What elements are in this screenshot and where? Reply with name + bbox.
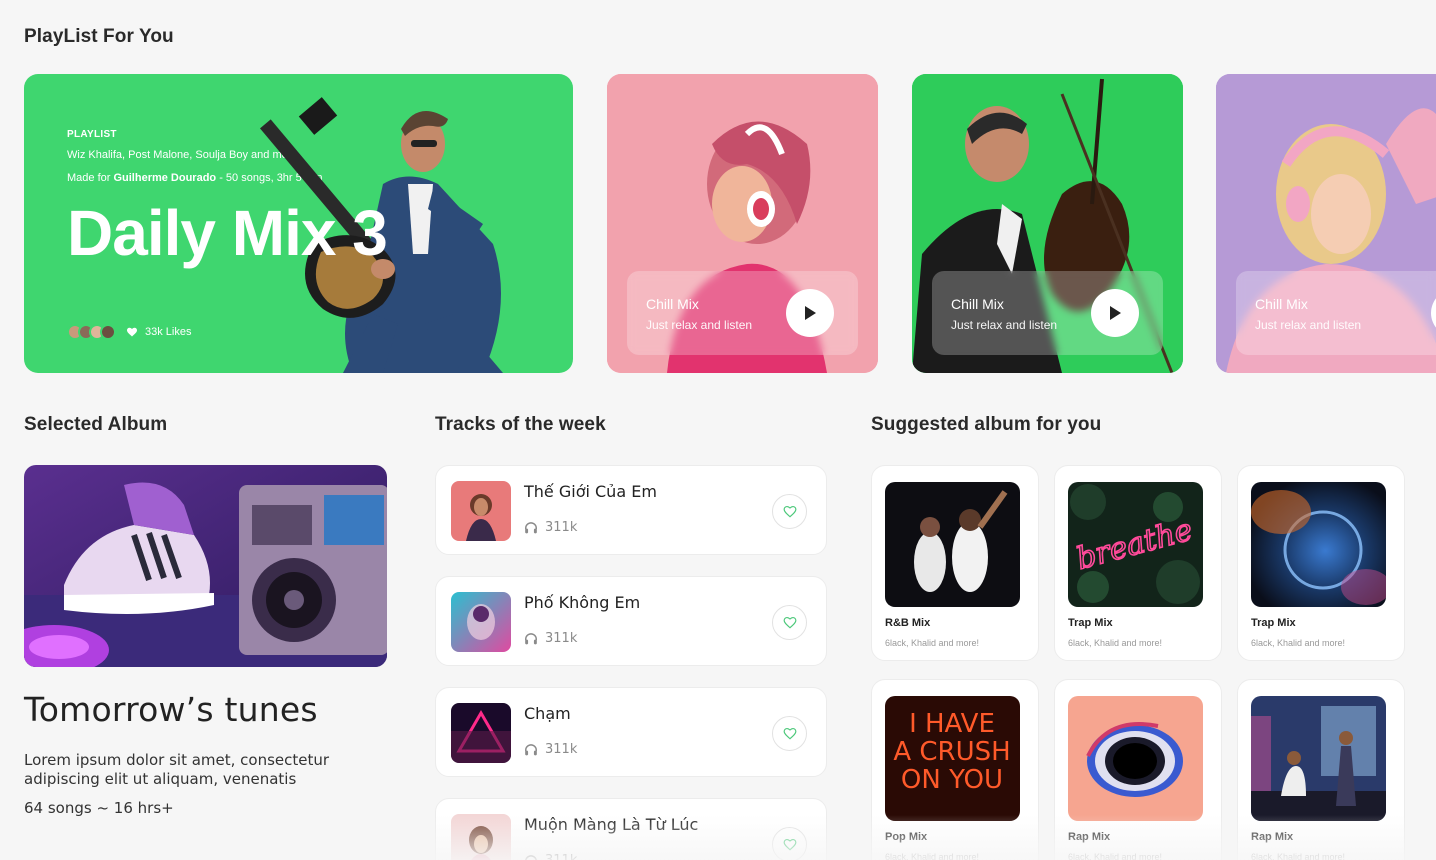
album-title: Rap Mix bbox=[1068, 831, 1111, 843]
album-cover bbox=[1068, 696, 1203, 821]
suggested-album-card[interactable]: breathe Trap Mix 6lack, Khalid and more! bbox=[1054, 465, 1222, 661]
mix-title: Chill Mix bbox=[951, 296, 1004, 312]
track-name: Thế Giới Của Em bbox=[524, 482, 657, 501]
heart-icon[interactable] bbox=[126, 326, 138, 338]
track-thumbnail bbox=[451, 703, 511, 763]
mix-info-panel: Chill Mix Just relax and listen bbox=[932, 271, 1163, 355]
selected-album-cover[interactable] bbox=[24, 465, 387, 667]
track-plays: 311k bbox=[524, 631, 577, 646]
crush-neon-line-2: A CRUSH bbox=[893, 737, 1010, 767]
play-count: 311k bbox=[545, 742, 578, 757]
suggested-album-card[interactable]: Trap Mix 6lack, Khalid and more! bbox=[1237, 465, 1405, 661]
suggested-album-card[interactable]: Rap Mix 6lack, Khalid and more! bbox=[1237, 679, 1405, 860]
album-title: Tomorrow’s tunes bbox=[24, 690, 318, 729]
section-title-tracks: Tracks of the week bbox=[435, 414, 606, 435]
track-name: Phố Không Em bbox=[524, 593, 641, 612]
track-row[interactable]: Chạm 311k bbox=[435, 687, 827, 777]
track-row[interactable]: Muộn Màng Là Từ Lúc 311k bbox=[435, 798, 827, 860]
heart-icon bbox=[783, 727, 796, 740]
headphones-icon bbox=[525, 744, 537, 756]
track-plays: 311k bbox=[524, 853, 577, 860]
album-subtitle: 6lack, Khalid and more! bbox=[885, 852, 980, 860]
album-title: Trap Mix bbox=[1251, 617, 1296, 629]
heart-icon bbox=[783, 505, 796, 518]
heart-icon bbox=[783, 616, 796, 629]
listener-avatars bbox=[67, 324, 116, 340]
daily-mix-hero-card[interactable]: PLAYLIST Wiz Khalifa, Post Malone, Soulj… bbox=[24, 74, 573, 373]
suggested-album-card[interactable]: I HAVE A CRUSH ON YOU Pop Mix 6lack, Khali… bbox=[871, 679, 1039, 860]
mix-title: Chill Mix bbox=[646, 296, 699, 312]
heart-icon bbox=[783, 838, 796, 851]
headphones-icon bbox=[525, 522, 537, 534]
track-row[interactable]: Phố Không Em 311k bbox=[435, 576, 827, 666]
chill-mix-card-2[interactable]: Chill Mix Just relax and listen bbox=[912, 74, 1183, 373]
play-count: 311k bbox=[545, 631, 578, 646]
made-for-prefix: Made for bbox=[67, 172, 114, 184]
play-count: 311k bbox=[545, 853, 577, 860]
album-subtitle: 6lack, Khalid and more! bbox=[1068, 638, 1163, 648]
play-count: 311k bbox=[545, 520, 578, 535]
play-icon bbox=[1110, 306, 1121, 320]
headphones-icon bbox=[525, 633, 537, 645]
album-subtitle: 6lack, Khalid and more! bbox=[1251, 638, 1346, 648]
hero-title: Daily Mix 3 bbox=[67, 197, 388, 269]
mix-subtitle: Just relax and listen bbox=[646, 318, 753, 332]
album-cover bbox=[1251, 482, 1386, 607]
favorite-button[interactable] bbox=[772, 716, 807, 751]
track-thumbnail bbox=[451, 592, 511, 652]
hero-likes: 33k Likes bbox=[67, 324, 191, 340]
play-button[interactable] bbox=[1091, 289, 1139, 337]
album-title: Trap Mix bbox=[1068, 617, 1113, 629]
suggested-album-card[interactable]: Rap Mix 6lack, Khalid and more! bbox=[1054, 679, 1222, 860]
album-song-count: 64 songs ~ 16 hrs+ bbox=[24, 799, 174, 817]
mix-subtitle: Just relax and listen bbox=[951, 318, 1058, 332]
track-plays: 311k bbox=[524, 520, 577, 535]
mix-subtitle: Just relax and listen bbox=[1255, 318, 1362, 332]
play-icon bbox=[805, 306, 816, 320]
chill-mix-card-3[interactable]: Chill Mix Just relax and listen bbox=[1216, 74, 1436, 373]
album-cover bbox=[1251, 696, 1386, 821]
track-name: Chạm bbox=[524, 704, 571, 723]
album-cover bbox=[885, 482, 1020, 607]
headphones-icon bbox=[525, 855, 537, 860]
track-thumbnail bbox=[451, 814, 511, 860]
favorite-button[interactable] bbox=[772, 827, 807, 860]
album-title: R&B Mix bbox=[885, 617, 931, 629]
track-row[interactable]: Thế Giới Của Em 311k bbox=[435, 465, 827, 555]
section-title-selected-album: Selected Album bbox=[24, 414, 168, 435]
mix-info-panel: Chill Mix Just relax and listen bbox=[1236, 271, 1436, 355]
album-subtitle: 6lack, Khalid and more! bbox=[1068, 852, 1163, 860]
chill-mix-card-1[interactable]: Chill Mix Just relax and listen bbox=[607, 74, 878, 373]
mix-title: Chill Mix bbox=[1255, 296, 1308, 312]
album-cover: breathe bbox=[1068, 482, 1203, 607]
crush-neon-line-1: I HAVE bbox=[909, 709, 995, 739]
sneaker-boombox-illustration bbox=[24, 465, 387, 667]
mix-info-panel: Chill Mix Just relax and listen bbox=[627, 271, 858, 355]
track-name: Muộn Màng Là Từ Lúc bbox=[524, 815, 699, 834]
album-title: Pop Mix bbox=[885, 831, 928, 843]
album-subtitle: 6lack, Khalid and more! bbox=[1251, 852, 1346, 860]
album-subtitle: 6lack, Khalid and more! bbox=[885, 638, 980, 648]
play-button[interactable] bbox=[1431, 289, 1436, 337]
favorite-button[interactable] bbox=[772, 605, 807, 640]
avatar bbox=[100, 324, 116, 340]
made-for-user: Guilherme Dourado bbox=[113, 172, 217, 184]
section-title-suggested: Suggested album for you bbox=[871, 414, 1102, 435]
track-thumbnail bbox=[451, 481, 511, 541]
album-title: Rap Mix bbox=[1251, 831, 1294, 843]
crush-neon-line-3: ON YOU bbox=[901, 765, 1003, 795]
track-plays: 311k bbox=[524, 742, 577, 757]
album-cover: I HAVE A CRUSH ON YOU bbox=[885, 696, 1020, 821]
suggested-album-card[interactable]: R&B Mix 6lack, Khalid and more! bbox=[871, 465, 1039, 661]
favorite-button[interactable] bbox=[772, 494, 807, 529]
likes-count: 33k Likes bbox=[145, 326, 192, 338]
album-description: Lorem ipsum dolor sit amet, consectetur … bbox=[24, 751, 330, 788]
play-button[interactable] bbox=[786, 289, 834, 337]
section-title-playlist: PlayList For You bbox=[24, 26, 174, 47]
